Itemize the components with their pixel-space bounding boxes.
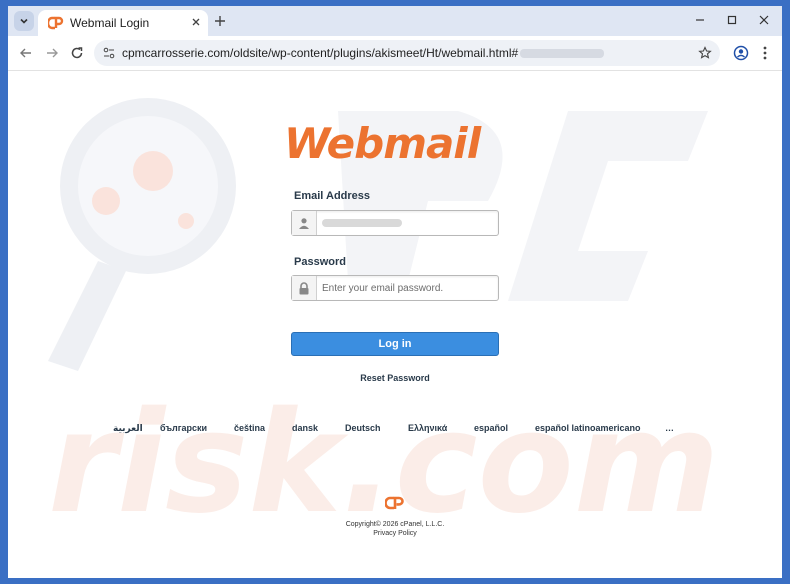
privacy-policy-link-row: Privacy Policy [8, 530, 782, 537]
password-field[interactable] [291, 275, 499, 301]
minimize-icon[interactable] [694, 14, 706, 26]
browser-tab[interactable]: Webmail Login [38, 10, 208, 36]
language-link-da[interactable]: dansk [292, 423, 318, 433]
cpanel-favicon-icon [48, 16, 64, 30]
email-redacted [322, 219, 402, 227]
copyright-text: Copyright© 2026 cPanel, L.L.C. [345, 521, 445, 528]
close-window-icon[interactable] [758, 14, 770, 26]
url-text: cpmcarrosserie.com/oldsite/wp-content/pl… [122, 46, 605, 60]
privacy-policy-link[interactable]: Privacy Policy [373, 530, 417, 537]
back-arrow-icon[interactable] [18, 45, 34, 61]
language-link-es[interactable]: español [474, 423, 508, 433]
maximize-icon[interactable] [726, 14, 738, 26]
bookmark-star-icon[interactable] [698, 46, 712, 60]
webmail-logo: Webmail [284, 119, 481, 168]
lock-icon [292, 276, 317, 300]
tab-title: Webmail Login [70, 16, 150, 30]
chevron-down-icon [20, 18, 28, 24]
title-bar: Webmail Login [8, 6, 782, 36]
email-field[interactable] [291, 210, 499, 236]
language-link-de[interactable]: Deutsch [345, 423, 381, 433]
language-link-el[interactable]: Ελληνικά [408, 423, 447, 433]
reset-password-link: Reset Password [8, 373, 782, 383]
profile-icon[interactable] [733, 45, 749, 61]
email-label: Email Address [294, 190, 371, 202]
language-link-ar[interactable]: العربية [113, 423, 143, 434]
close-tab-icon[interactable] [190, 16, 202, 28]
language-link-cs[interactable]: čeština [234, 423, 265, 433]
tab-search-button[interactable] [14, 11, 34, 31]
reset-password-text[interactable]: Reset Password [360, 373, 430, 383]
page-content: risk.com Webmail Email Address Password … [8, 71, 782, 578]
new-tab-icon[interactable] [213, 14, 227, 28]
password-input[interactable] [322, 276, 492, 300]
user-icon [292, 211, 317, 235]
browser-toolbar: cpmcarrosserie.com/oldsite/wp-content/pl… [8, 36, 782, 71]
language-link-bg[interactable]: български [160, 423, 207, 433]
browser-window: Webmail Login cpmcarrosserie.com/oldsite… [8, 6, 782, 578]
menu-kebab-icon[interactable] [760, 45, 770, 61]
password-label: Password [294, 256, 346, 268]
forward-arrow-icon[interactable] [44, 45, 60, 61]
address-bar[interactable]: cpmcarrosserie.com/oldsite/wp-content/pl… [94, 40, 720, 66]
site-info-icon[interactable] [102, 46, 116, 60]
login-button[interactable]: Log in [291, 332, 499, 356]
reload-icon[interactable] [69, 45, 85, 61]
cpanel-logo-icon [385, 496, 404, 510]
url-redacted [520, 49, 605, 59]
language-link-es-la[interactable]: español latinoamericano [535, 423, 641, 433]
url-value: cpmcarrosserie.com/oldsite/wp-content/pl… [122, 46, 519, 60]
more-languages-link[interactable]: … [665, 423, 674, 433]
